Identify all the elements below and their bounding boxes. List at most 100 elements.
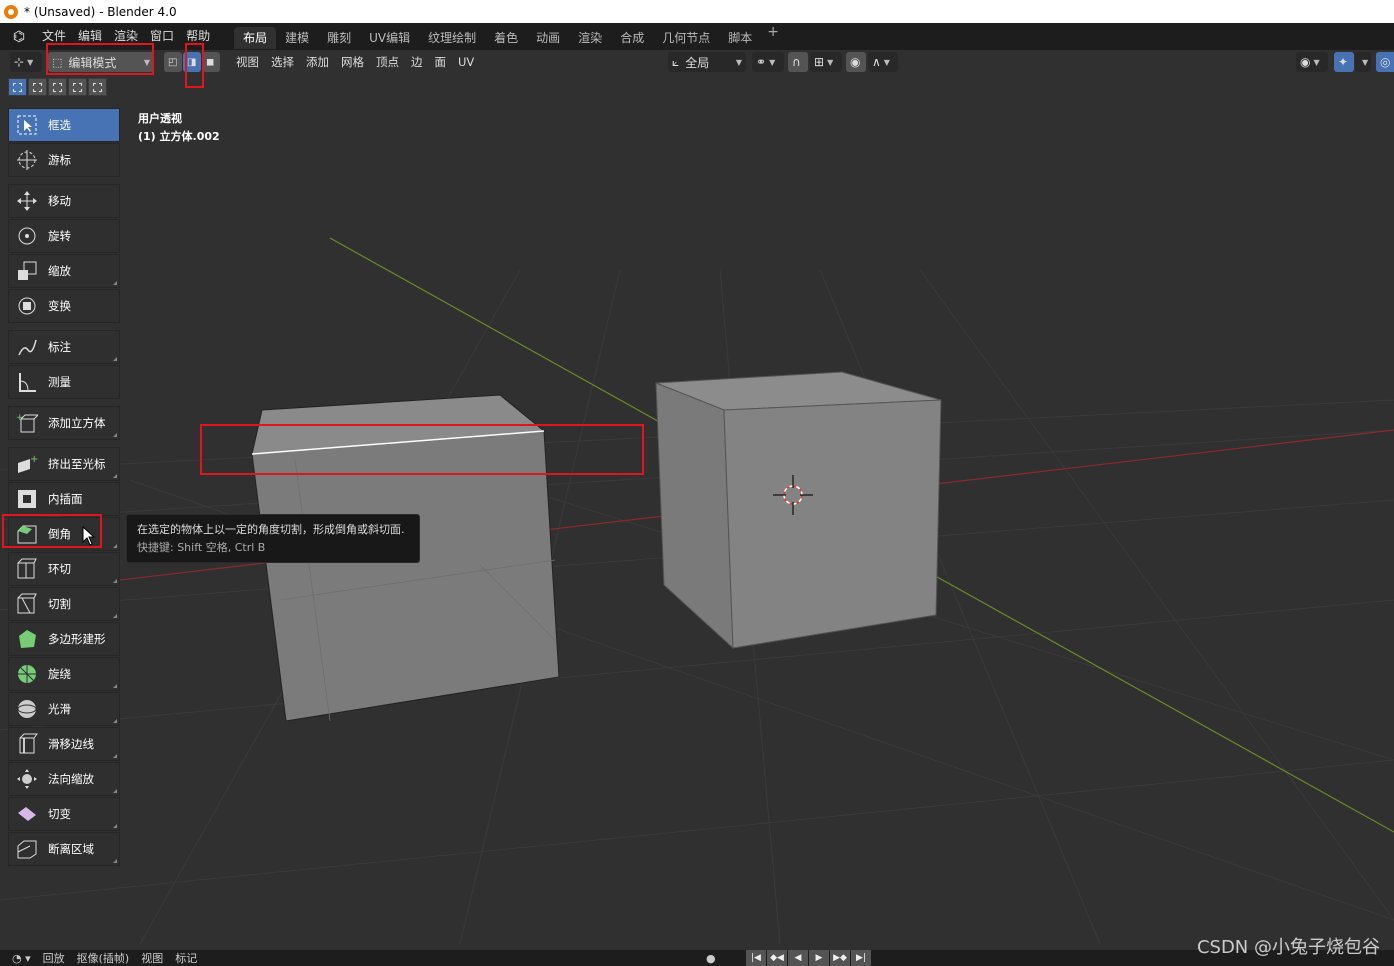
tool-add-cube[interactable]: + 添加立方体 (8, 406, 120, 440)
pivot-dropdown[interactable]: ⚭ ▼ (752, 52, 784, 72)
menu-edge[interactable]: 边 (405, 50, 429, 74)
tab-geometry-nodes[interactable]: 几何节点 (653, 27, 719, 49)
tool-select-box[interactable]: 框选 (8, 108, 120, 142)
blender-logo-icon (4, 4, 18, 19)
timeline-editor-icon[interactable]: ◔ ▾ (6, 952, 37, 965)
menu-face[interactable]: 面 (429, 50, 453, 74)
select-invert-button[interactable] (68, 78, 87, 96)
tool-transform[interactable]: 变换 (8, 289, 120, 323)
falloff-icon: ∧ (872, 55, 881, 69)
overlay-toggle[interactable]: ◎ (1376, 52, 1394, 72)
cube-right[interactable] (655, 371, 942, 650)
mode-dropdown[interactable]: ⬚ 编辑模式 ▼ (48, 52, 154, 72)
play-reverse-icon[interactable]: ◀ (788, 950, 808, 966)
axes-icon: ⊹ (14, 55, 25, 69)
tool-annotate[interactable]: 标注 (8, 330, 120, 364)
menu-select[interactable]: 选择 (265, 50, 300, 74)
tool-rotate[interactable]: 旋转 (8, 219, 120, 253)
submenu-corner-icon (113, 754, 117, 758)
selection-mode-row (8, 78, 108, 96)
tab-compositing[interactable]: 合成 (611, 27, 653, 49)
gizmo-dropdown[interactable]: ▼ (1355, 52, 1371, 72)
select-invert-icon (73, 82, 82, 92)
tool-edge-slide[interactable]: 滑移边线 (8, 727, 120, 761)
select-subtract-button[interactable] (48, 78, 67, 96)
menu-edit[interactable]: 编辑 (72, 23, 108, 50)
vertex-select-button[interactable]: ◰ (164, 52, 182, 72)
tab-uv-editing[interactable]: UV编辑 (360, 27, 419, 49)
snap-target-dropdown[interactable]: ⊞ ▼ (810, 52, 842, 72)
tool-knife[interactable]: 切割 (8, 587, 120, 621)
face-select-button[interactable]: ◼ (202, 52, 220, 72)
tool-loop-cut[interactable]: 环切 (8, 552, 120, 586)
tool-shear[interactable]: 切变 (8, 797, 120, 831)
menu-view[interactable]: 视图 (230, 50, 265, 74)
tab-shading[interactable]: 着色 (485, 27, 527, 49)
tab-texture-paint[interactable]: 纹理绘制 (419, 27, 485, 49)
tool-shelf: 框选 游标 移动 旋转 缩放 变换 标注 测量 + 添加立方体 + 挤出至光标 (8, 108, 120, 867)
jump-end-icon[interactable]: ▶| (851, 950, 871, 966)
tool-bevel[interactable]: 倒角 (8, 517, 120, 551)
svg-text:+: + (30, 454, 38, 465)
chevron-down-icon: ▼ (27, 57, 34, 67)
tool-rip-region[interactable]: 断离区域 (8, 832, 120, 866)
tab-rendering[interactable]: 渲染 (569, 27, 611, 49)
inset-icon (14, 486, 40, 512)
add-workspace-button[interactable]: + (761, 24, 785, 49)
tool-scale[interactable]: 缩放 (8, 254, 120, 288)
menu-add[interactable]: 添加 (300, 50, 335, 74)
3d-viewport[interactable] (0, 74, 1394, 944)
select-intersect-button[interactable] (88, 78, 107, 96)
tab-layout[interactable]: 布局 (234, 27, 277, 49)
snap-toggle[interactable]: ∩ (788, 52, 808, 72)
viewport-canvas[interactable] (0, 74, 1394, 944)
menu-mesh[interactable]: 网格 (335, 50, 370, 74)
transform-orientation-dropdown[interactable]: ⟀ 全局 ▼ (668, 52, 746, 72)
menu-file[interactable]: 文件 (36, 23, 72, 50)
watermark-text: CSDN @小兔子烧包谷 (1196, 937, 1380, 958)
blender-menu-icon[interactable]: ⌬ (10, 28, 28, 46)
tab-modeling[interactable]: 建模 (276, 27, 318, 49)
mode-label: 编辑模式 (68, 55, 117, 70)
menu-help[interactable]: 帮助 (180, 23, 216, 50)
menu-marker[interactable]: 标记 (169, 950, 203, 966)
next-keyframe-icon[interactable]: ▶◆ (830, 950, 850, 966)
menu-render[interactable]: 渲染 (108, 23, 144, 50)
timeline-header: ◔ ▾ 回放 抠像(插帧) 视图 标记 ● (0, 950, 1394, 966)
tool-measure[interactable]: 测量 (8, 365, 120, 399)
tool-smooth[interactable]: 光滑 (8, 692, 120, 726)
record-button[interactable]: ● (700, 952, 722, 965)
play-icon[interactable]: ▶ (809, 950, 829, 966)
tab-animation[interactable]: 动画 (527, 27, 569, 49)
chevron-down-icon: ▼ (1313, 57, 1320, 67)
edge-select-button[interactable]: ◨ (183, 52, 201, 72)
select-box-icon (14, 112, 40, 138)
submenu-corner-icon (113, 789, 117, 793)
editor-type-button[interactable]: ⊹ ▼ (10, 52, 42, 72)
tab-sculpting[interactable]: 雕刻 (318, 27, 360, 49)
poly-build-icon (14, 626, 40, 652)
tool-cursor[interactable]: 游标 (8, 143, 120, 177)
prev-keyframe-icon[interactable]: ◆◀ (767, 950, 787, 966)
tool-extrude[interactable]: + 挤出至光标 (8, 447, 120, 481)
menu-playback[interactable]: 回放 (37, 950, 71, 966)
proportional-edit-toggle[interactable]: ◉ (846, 52, 866, 72)
jump-start-icon[interactable]: |◀ (746, 950, 766, 966)
tool-shrink-fatten[interactable]: 法向缩放 (8, 762, 120, 796)
menu-window[interactable]: 窗口 (144, 23, 180, 50)
tab-scripting[interactable]: 脚本 (719, 27, 761, 49)
menu-keying[interactable]: 抠像(插帧) (71, 950, 136, 966)
falloff-dropdown[interactable]: ∧ ▼ (868, 52, 898, 72)
select-extend-button[interactable] (28, 78, 47, 96)
menu-uv[interactable]: UV (452, 50, 480, 74)
tool-move[interactable]: 移动 (8, 184, 120, 218)
menu-timeline-view[interactable]: 视图 (135, 950, 169, 966)
tool-poly-build[interactable]: 多边形建形 (8, 622, 120, 656)
gizmo-toggle[interactable]: ✦ (1334, 52, 1354, 72)
menu-vertex[interactable]: 顶点 (370, 50, 405, 74)
visibility-dropdown[interactable]: ◉ ▼ (1296, 52, 1328, 72)
select-new-button[interactable] (8, 78, 27, 96)
tool-inset[interactable]: 内插面 (8, 482, 120, 516)
submenu-corner-icon (113, 579, 117, 583)
tool-spin[interactable]: 旋绕 (8, 657, 120, 691)
